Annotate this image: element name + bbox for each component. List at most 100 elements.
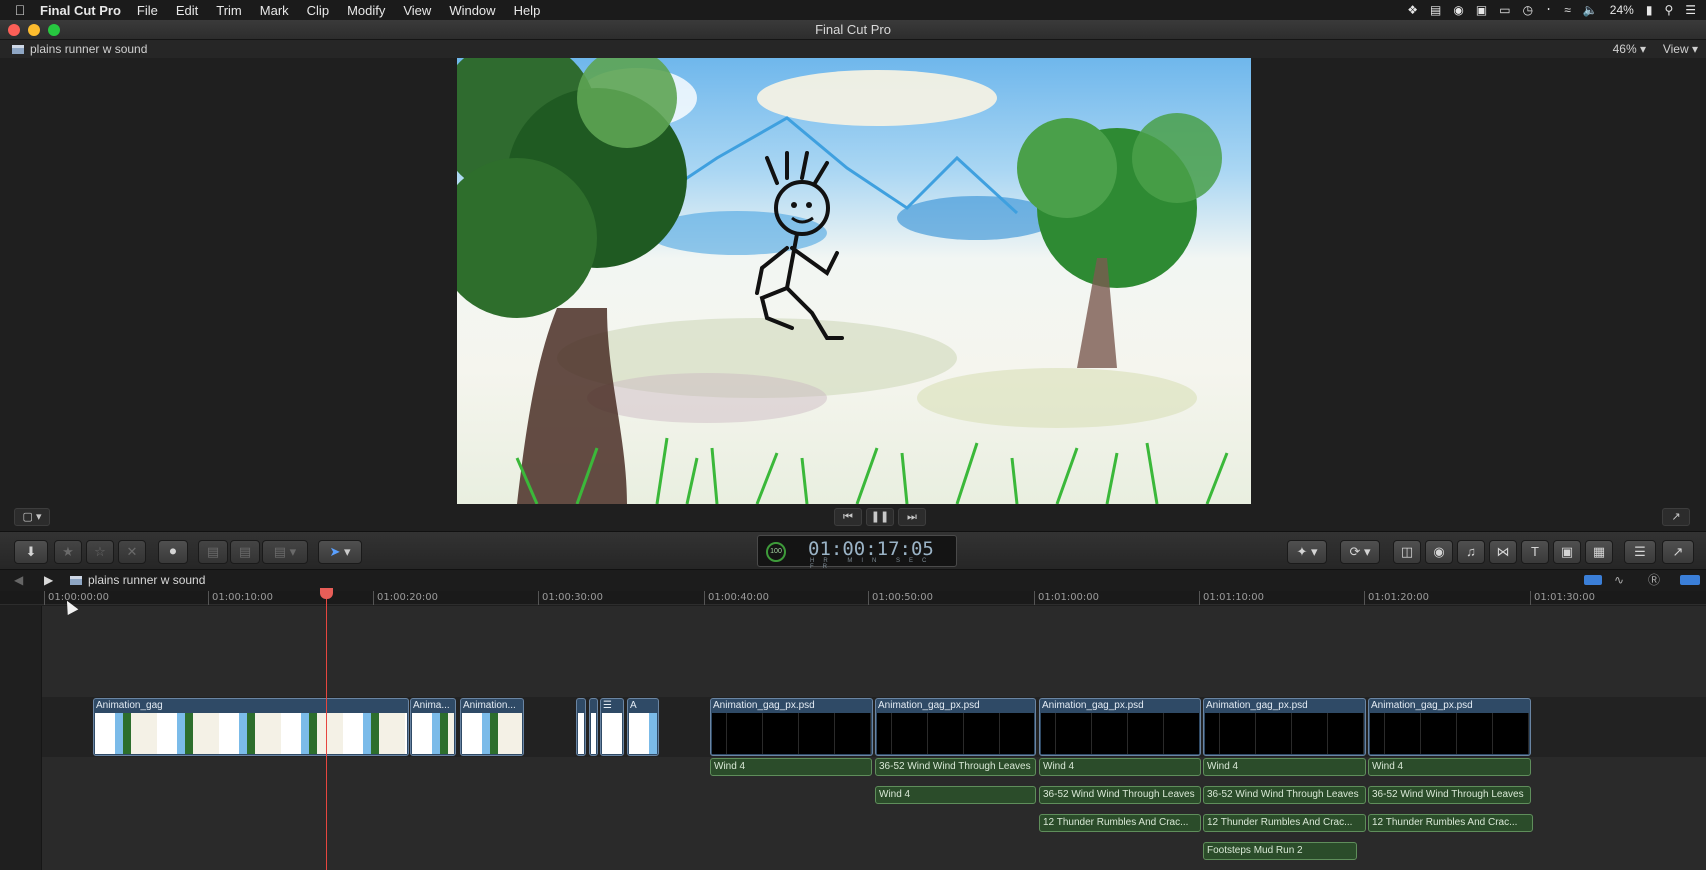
- select-tool-menu[interactable]: ➤ ▾: [318, 540, 362, 564]
- play-pause-button[interactable]: ❚❚: [866, 508, 894, 526]
- reject-button[interactable]: ✕: [118, 540, 146, 564]
- menu-app-name[interactable]: Final Cut Pro: [40, 3, 121, 18]
- music-browser-button[interactable]: ♫: [1457, 540, 1485, 564]
- media-browser-button[interactable]: ◫: [1393, 540, 1421, 564]
- menu-clip[interactable]: Clip: [307, 3, 329, 18]
- audio-clip[interactable]: Wind 4: [710, 758, 872, 776]
- video-clip[interactable]: Animation_gag_px.psd: [875, 698, 1036, 756]
- video-clip[interactable]: Animation_gag_px.psd: [1203, 698, 1366, 756]
- audio-waveform-icon[interactable]: ∿: [1614, 570, 1624, 591]
- bluetooth-icon[interactable]: ᛫: [1545, 3, 1552, 17]
- audio-clip[interactable]: 36-52 Wind Wind Through Leaves: [1368, 786, 1531, 804]
- menu-view[interactable]: View: [403, 3, 431, 18]
- viewer-zoom-menu[interactable]: 46% ▾: [1613, 40, 1646, 58]
- retime-menu[interactable]: ⟳ ▾: [1340, 540, 1380, 564]
- next-edit-button[interactable]: ⏭: [898, 508, 926, 526]
- clip-filmstrip: [591, 713, 596, 754]
- chevron-down-icon: ▾: [1691, 42, 1698, 56]
- snapping-toggle[interactable]: [1680, 575, 1700, 585]
- menu-help[interactable]: Help: [514, 3, 541, 18]
- previous-edit-button[interactable]: ⏮: [834, 508, 862, 526]
- menu-mark[interactable]: Mark: [260, 3, 289, 18]
- keyword-button[interactable]: ⚫: [158, 540, 188, 564]
- zoom-level: 46%: [1612, 42, 1637, 56]
- spotlight-search-icon[interactable]: ⚲: [1664, 3, 1673, 17]
- audio-clip[interactable]: Footsteps Mud Run 2: [1203, 842, 1357, 860]
- audio-clip[interactable]: 12 Thunder Rumbles And Crac...: [1368, 814, 1533, 832]
- audio-clip[interactable]: 36-52 Wind Wind Through Leaves: [875, 758, 1036, 776]
- transitions-browser-button[interactable]: ⋈: [1489, 540, 1517, 564]
- view-label: View: [1662, 42, 1689, 56]
- timeline-header: ◀ ▶ plains runner w sound ∿ Ⓡ: [0, 570, 1706, 591]
- video-clip[interactable]: Animation_gag_px.psd: [1039, 698, 1201, 756]
- photo-browser-button[interactable]: ◉: [1425, 540, 1453, 564]
- append-clip-button[interactable]: ▤ ▾: [262, 540, 308, 564]
- audio-clip[interactable]: 12 Thunder Rumbles And Crac...: [1039, 814, 1201, 832]
- airplay-icon[interactable]: ▭: [1499, 3, 1510, 17]
- video-clip[interactable]: Animation_gag: [93, 698, 409, 756]
- video-clip[interactable]: [589, 698, 598, 756]
- video-skimming-toggle[interactable]: [1584, 575, 1602, 585]
- timeline-ruler[interactable]: 01:00:00:00 01:00:10:00 01:00:20:00 01:0…: [0, 591, 1706, 605]
- menu-edit[interactable]: Edit: [176, 3, 198, 18]
- audio-clip[interactable]: Wind 4: [1368, 758, 1531, 776]
- video-clip[interactable]: Animation...: [460, 698, 524, 756]
- viewer-view-menu[interactable]: View ▾: [1663, 40, 1698, 58]
- clip-name: Animation_gag_px.psd: [713, 700, 815, 711]
- retime-icon: ⟳ ▾: [1349, 544, 1371, 559]
- timeline-back-icon[interactable]: ◀: [14, 570, 23, 591]
- volume-icon[interactable]: 🔈: [1583, 3, 1598, 17]
- menu-window[interactable]: Window: [449, 3, 495, 18]
- fullscreen-button[interactable]: ↗: [1662, 508, 1690, 526]
- import-button[interactable]: ⬇: [14, 540, 48, 564]
- menu-trim[interactable]: Trim: [216, 3, 242, 18]
- audio-clip[interactable]: Wind 4: [1039, 758, 1201, 776]
- audio-clip[interactable]: 12 Thunder Rumbles And Crac...: [1203, 814, 1366, 832]
- apple-icon[interactable]: : [0, 2, 40, 18]
- insert-clip-button[interactable]: ▤: [230, 540, 260, 564]
- menu-modify[interactable]: Modify: [347, 3, 385, 18]
- battery-icon[interactable]: ▮: [1646, 3, 1653, 17]
- video-clip[interactable]: ☰: [600, 698, 624, 756]
- notification-icon[interactable]: ▤: [1430, 3, 1441, 17]
- video-clip[interactable]: A: [627, 698, 659, 756]
- enhancements-menu[interactable]: ✦ ▾: [1287, 540, 1327, 564]
- battery-percent[interactable]: 24%: [1610, 3, 1634, 17]
- app-b-icon[interactable]: ◉: [1453, 3, 1463, 17]
- audio-clip[interactable]: 36-52 Wind Wind Through Leaves: [1203, 786, 1366, 804]
- generators-browser-button[interactable]: ▣: [1553, 540, 1581, 564]
- themes-browser-button[interactable]: ▦: [1585, 540, 1613, 564]
- audio-clip[interactable]: 36-52 Wind Wind Through Leaves: [1039, 786, 1201, 804]
- notification-center-icon[interactable]: ☰: [1685, 3, 1696, 17]
- menu-file[interactable]: File: [137, 3, 158, 18]
- minimize-window-button[interactable]: [28, 24, 40, 36]
- share-button[interactable]: ↗: [1662, 540, 1694, 564]
- dropbox-icon[interactable]: ❖: [1407, 3, 1418, 17]
- connect-clip-button[interactable]: ▤: [198, 540, 228, 564]
- transform-tool-button[interactable]: ▢ ▾: [14, 508, 50, 526]
- window-controls: [8, 24, 60, 36]
- stack-icon: ☰: [603, 700, 612, 711]
- zoom-window-button[interactable]: [48, 24, 60, 36]
- close-window-button[interactable]: [8, 24, 20, 36]
- unrate-button[interactable]: ☆: [86, 540, 114, 564]
- time-machine-icon[interactable]: ◷: [1523, 3, 1533, 17]
- timeline-forward-icon[interactable]: ▶: [44, 570, 53, 591]
- wifi-icon[interactable]: ≈: [1564, 3, 1571, 17]
- playhead-handle[interactable]: [320, 588, 333, 599]
- audio-clip[interactable]: Wind 4: [1203, 758, 1366, 776]
- solo-icon[interactable]: Ⓡ: [1648, 570, 1660, 591]
- timeline-area[interactable]: Animation_gag Anima... Animation... ☰ A …: [0, 606, 1706, 870]
- inspector-button[interactable]: ☰: [1624, 540, 1656, 564]
- titles-browser-button[interactable]: T: [1521, 540, 1549, 564]
- video-clip[interactable]: [576, 698, 586, 756]
- grammarly-icon[interactable]: ▣: [1476, 3, 1487, 17]
- video-frame[interactable]: [457, 58, 1251, 504]
- video-clip[interactable]: Anima...: [410, 698, 456, 756]
- audio-clip[interactable]: Wind 4: [875, 786, 1036, 804]
- video-clip[interactable]: Animation_gag_px.psd: [710, 698, 873, 756]
- dashboard-timecode[interactable]: 100 01:00:17:05 HR MIN SEC FR: [757, 535, 957, 570]
- video-clip[interactable]: Animation_gag_px.psd: [1368, 698, 1531, 756]
- playhead[interactable]: [326, 590, 327, 870]
- favorite-button[interactable]: ★: [54, 540, 82, 564]
